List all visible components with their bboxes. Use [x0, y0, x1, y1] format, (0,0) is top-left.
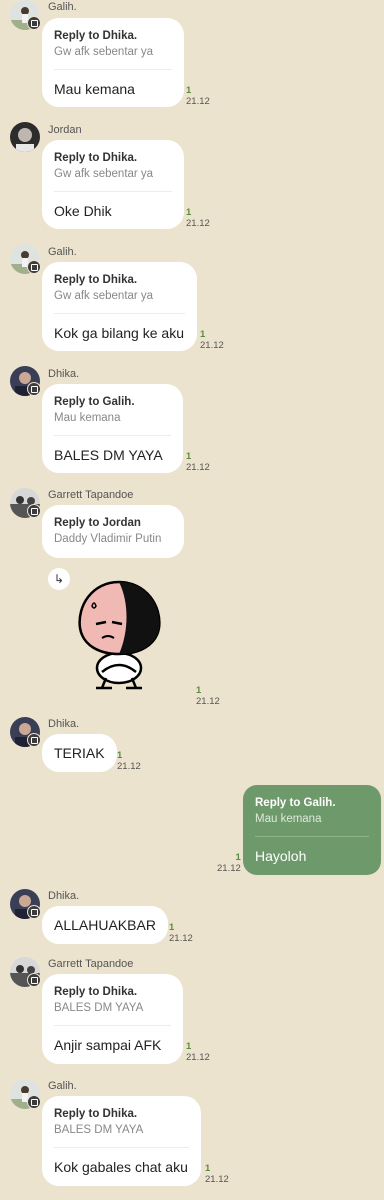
timestamp: 21.12	[186, 96, 210, 107]
reply-quote[interactable]: Gw afk sebentar ya	[54, 288, 185, 304]
message-meta: 1 21.12	[186, 1041, 210, 1063]
sender-name: Galih.	[48, 1080, 77, 1092]
app-badge-icon	[27, 16, 41, 30]
sender-name: Jordan	[48, 124, 82, 136]
message-bubble[interactable]: ALLAHUAKBAR	[42, 906, 168, 944]
read-count: 1	[169, 922, 175, 933]
reply-title: Reply to Galih.	[54, 396, 135, 408]
reply-quote[interactable]: Gw afk sebentar ya	[54, 166, 172, 182]
app-badge-icon	[27, 260, 41, 274]
app-badge-icon	[27, 382, 41, 396]
message-bubble[interactable]: TERIAK	[42, 734, 117, 772]
read-count: 1	[186, 451, 192, 462]
message-text: Mau kemana	[54, 81, 135, 97]
sender-name: Garrett Tapandoe	[48, 958, 134, 970]
message-meta: 1 21.12	[217, 852, 241, 874]
sender-name: Galih.	[48, 1, 77, 13]
reply-quote[interactable]: Mau kemana	[54, 410, 171, 426]
app-badge-icon	[27, 973, 41, 987]
reply-quote[interactable]: BALES DM YAYA	[54, 1122, 189, 1138]
reply-title: Reply to Dhika.	[54, 274, 138, 286]
message-text: Oke Dhik	[54, 203, 112, 219]
read-count: 1	[196, 685, 202, 696]
sender-name: Galih.	[48, 246, 77, 258]
message-text: Kok gabales chat aku	[54, 1159, 188, 1175]
message-bubble[interactable]: Reply to Dhika. BALES DM YAYA Anjir samp…	[42, 974, 183, 1064]
message-bubble[interactable]: Reply to Dhika. Gw afk sebentar ya Oke D…	[42, 140, 184, 229]
sender-name: Dhika.	[48, 368, 80, 380]
sender-name: Dhika.	[48, 718, 80, 730]
divider	[255, 836, 369, 837]
read-count: 1	[200, 329, 206, 340]
divider	[54, 191, 172, 192]
app-badge-icon	[27, 733, 41, 747]
timestamp: 21.12	[186, 1052, 210, 1063]
outgoing-bubble[interactable]: Reply to Galih. Mau kemana Hayoloh	[243, 785, 381, 875]
reply-title: Reply to Dhika.	[54, 152, 138, 164]
share-arrow-icon[interactable]: ↳	[48, 568, 70, 590]
message-bubble[interactable]: Reply to Galih. Mau kemana BALES DM YAYA	[42, 384, 183, 473]
divider	[54, 313, 185, 314]
read-count: 1	[186, 1041, 192, 1052]
message-bubble[interactable]: Reply to Jordan Daddy Vladimir Putin	[42, 505, 184, 558]
read-count: 1	[117, 750, 123, 761]
message-meta: 1 21.12	[117, 750, 141, 772]
divider	[54, 69, 172, 70]
message-bubble[interactable]: Reply to Dhika. Gw afk sebentar ya Kok g…	[42, 262, 197, 351]
reply-title: Reply to Galih.	[255, 797, 336, 809]
message-text: TERIAK	[54, 745, 105, 761]
message-bubble[interactable]: Reply to Dhika. BALES DM YAYA Kok gabale…	[42, 1096, 201, 1186]
reply-quote[interactable]: Daddy Vladimir Putin	[54, 531, 172, 547]
divider	[54, 435, 171, 436]
message-text: Kok ga bilang ke aku	[54, 325, 184, 341]
timestamp: 21.12	[117, 761, 141, 772]
reply-title: Reply to Dhika.	[54, 1108, 138, 1120]
timestamp: 21.12	[217, 863, 241, 874]
message-text: ALLAHUAKBAR	[54, 917, 156, 933]
timestamp: 21.12	[196, 696, 220, 707]
reply-title: Reply to Jordan	[54, 517, 141, 529]
reply-quote[interactable]: BALES DM YAYA	[54, 1000, 171, 1016]
message-meta: 1 21.12	[186, 451, 210, 473]
timestamp: 21.12	[186, 462, 210, 473]
divider	[54, 1025, 171, 1026]
timestamp: 21.12	[186, 218, 210, 229]
message-text: BALES DM YAYA	[54, 447, 163, 463]
message-meta: 1 21.12	[169, 922, 193, 944]
timestamp: 21.12	[205, 1174, 229, 1185]
message-bubble[interactable]: Reply to Dhika. Gw afk sebentar ya Mau k…	[42, 18, 184, 107]
app-badge-icon	[27, 504, 41, 518]
avatar[interactable]	[10, 122, 40, 152]
message-meta: 1 21.12	[186, 207, 210, 229]
read-count: 1	[186, 207, 192, 218]
timestamp: 21.12	[169, 933, 193, 944]
reply-quote[interactable]: Mau kemana	[255, 811, 369, 827]
read-count: 1	[235, 852, 241, 863]
message-text: Anjir sampai AFK	[54, 1037, 162, 1053]
timestamp: 21.12	[200, 340, 224, 351]
reply-quote[interactable]: Gw afk sebentar ya	[54, 44, 172, 60]
reply-title: Reply to Dhika.	[54, 30, 138, 42]
app-badge-icon	[27, 905, 41, 919]
reply-title: Reply to Dhika.	[54, 986, 138, 998]
sender-name: Dhika.	[48, 890, 80, 902]
message-meta: 1 21.12	[186, 85, 210, 107]
sender-name: Garrett Tapandoe	[48, 489, 134, 501]
peach-character-sticker[interactable]	[72, 574, 166, 694]
read-count: 1	[186, 85, 192, 96]
app-badge-icon	[27, 1095, 41, 1109]
message-meta: 1 21.12	[205, 1163, 229, 1185]
message-text: Hayoloh	[255, 848, 307, 864]
message-meta: 1 21.12	[200, 329, 224, 351]
message-meta: 1 21.12	[196, 685, 220, 707]
divider	[54, 1147, 189, 1148]
read-count: 1	[205, 1163, 211, 1174]
